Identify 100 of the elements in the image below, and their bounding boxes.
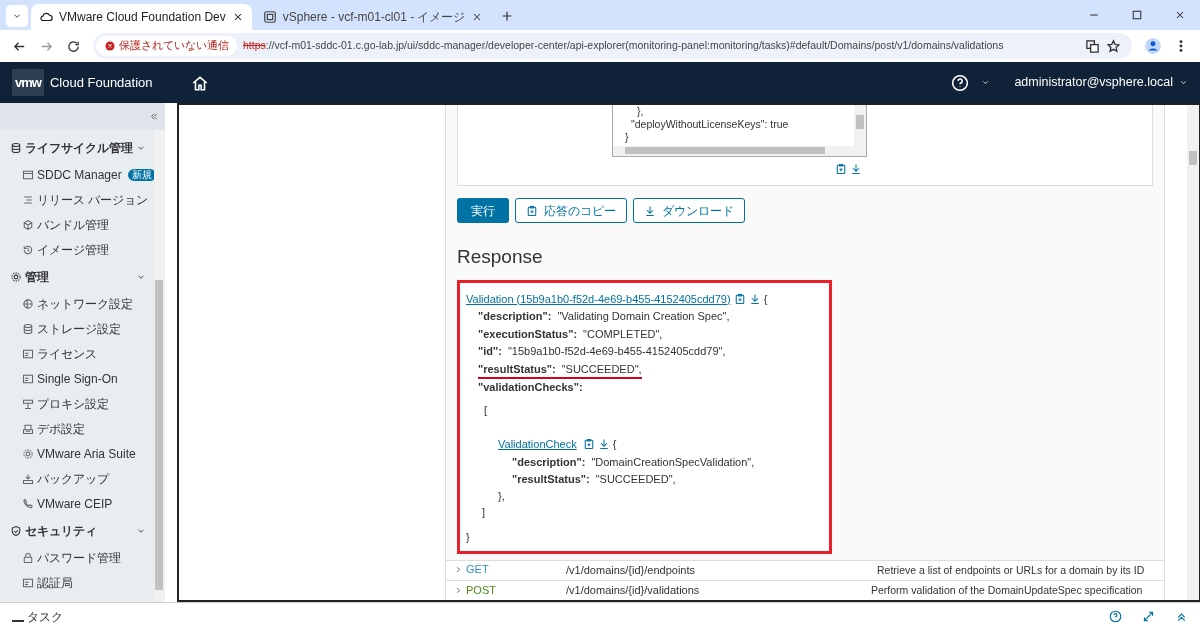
sidebar-item[interactable]: プロキシ設定 [0,391,154,416]
scrollbar[interactable] [854,105,866,146]
id-card-icon [22,372,34,385]
endpoint-path: /v1/domains/{id}/validations [566,583,701,597]
gear-icon [10,270,22,283]
new-badge: 新規 [127,168,154,181]
sidebar-item[interactable]: バックアップ [0,466,154,491]
maximize-icon[interactable] [1131,9,1143,21]
shield-icon [10,524,22,537]
json-key: "validationChecks": [478,379,583,396]
copy-icon[interactable] [733,292,746,305]
copy-response-button[interactable]: 応答のコピー [515,198,627,223]
json-key: "resultStatus": [512,471,590,488]
execute-button[interactable]: 実行 [457,198,509,223]
cube-icon [22,218,34,231]
json-value: "COMPLETED", [583,326,663,342]
expand-icon[interactable] [1142,610,1155,623]
section-heading: Response [457,245,544,269]
gear-icon [22,447,34,460]
endpoint-path: /v1/domains/{id}/endpoints [566,563,697,577]
tray-icon [22,422,34,435]
brace: { [763,291,768,307]
sidebar-item[interactable]: リリース バージョン [0,187,154,212]
backup-icon [22,472,34,485]
id-card-icon [22,347,34,360]
sidebar-item[interactable]: ネットワーク設定 [0,291,154,316]
code-line: "deployWithoutLicenseKeys": true [630,118,790,131]
http-method: POST [466,584,496,597]
json-value: "15b9a1b0-f52d-4e69-b455-4152405cdd79", [507,344,726,359]
lock-icon [22,551,34,564]
address-field[interactable]: 保護されていない通信 https://vcf-m01-sddc-01.c.go-lab.jp/ui/sddc-manager/developer-center/api-explorer(monitoring-panel:monitoring/tasks)#default/Domains/post/v1/domains/validations [93,33,1132,59]
server-icon [22,397,34,410]
model-link[interactable]: ValidationCheck [498,436,577,453]
sidebar-group[interactable]: セキュリティ [0,516,154,545]
json-value: "SUCCEEDED", [595,472,676,487]
json-value: "DomainCreationSpecValidation", [591,454,755,470]
endpoint-description: Perform validation of the DomainUpdateSpec specification [871,583,1144,597]
code-line: } [624,131,630,144]
json-key: "executionStatus": [478,325,578,342]
window-icon [22,168,34,181]
download-button[interactable]: ダウンロード [633,198,745,223]
browser-tab[interactable]: vSphere - vcf-m01-cl01 - イメージ [254,4,492,30]
phone-icon [22,497,34,510]
endpoint-row[interactable]: POST /v1/domains/{id}/validations Perform validation of the DomainUpdateSpec specification [446,580,1164,600]
collapse-icon[interactable] [148,111,159,122]
brace: } [466,529,470,545]
request-body-field[interactable]: }, "deployWithoutLicenseKeys": true } [612,105,867,157]
window-icon [262,10,277,24]
translate-icon[interactable] [1085,38,1100,54]
brace: { [612,437,617,452]
sidebar-item[interactable]: SDDC Manager 新規 [0,162,154,187]
scrollbar[interactable] [1187,105,1199,600]
user-menu[interactable]: administrator@vsphere.local [1014,73,1173,92]
scrollbar[interactable] [613,146,866,156]
json-value: "SUCCEEDED", [561,361,642,377]
logo-mark: vmw [12,68,44,97]
json-key: "resultStatus": [478,360,556,377]
chevron-down-icon[interactable] [1179,78,1188,87]
copy-icon [526,204,538,217]
star-icon[interactable] [1106,38,1121,54]
json-value: "Validating Domain Creation Spec", [557,309,730,324]
chevron-down-icon[interactable] [981,78,991,87]
browser-tab[interactable]: VMware Cloud Foundation Dev [31,4,252,30]
endpoint-description: Retrieve a list of endpoints or URLs for a domain by its ID [876,563,1146,577]
sidebar-group[interactable]: 管理 [0,262,154,291]
list-icon [22,193,34,206]
sidebar-item[interactable]: デポ設定 [0,416,154,441]
sidebar-item[interactable]: ストレージ設定 [0,316,154,341]
sidebar-item[interactable]: 認証局 [0,570,154,595]
sidebar-item[interactable]: ライセンス [0,341,154,366]
json-key: "description": [512,453,586,470]
close-icon[interactable] [1174,9,1186,21]
copy-icon[interactable] [582,438,595,451]
model-link[interactable]: Validation (15b9a1b0-f52d-4e69-b455-4152405cdd79) [466,290,731,307]
download-icon[interactable] [850,163,862,175]
history-icon [22,243,34,256]
download-icon[interactable] [597,438,610,451]
sidebar-item[interactable]: バンドル管理 [0,212,154,237]
http-method: GET [466,562,489,576]
cloud-icon [39,10,53,24]
sidebar-item[interactable]: VMware Aria Suite [0,441,154,466]
json-key: "description": [478,308,552,325]
reload-icon[interactable] [66,38,81,54]
json-key: "id": [478,343,502,360]
tasks-tab[interactable]: タスク [12,607,63,626]
sidebar-item[interactable]: パスワード管理 [0,545,154,570]
sidebar-item[interactable]: VMware CEIP [0,491,154,516]
download-icon[interactable] [748,292,761,305]
endpoint-row[interactable]: GET /v1/domains/{id}/endpoints Retrieve a list of endpoints or URLs for a domain by its ID [446,560,1164,580]
security-chip[interactable]: 保護されていない通信 [96,36,237,56]
code-line: }, [636,105,645,118]
error-icon [104,40,116,52]
collapse-up-icon[interactable] [1175,610,1188,623]
sidebar-item[interactable]: Single Sign-On [0,366,154,391]
sidebar-item[interactable]: イメージ管理 [0,237,154,262]
globe-icon [22,297,34,310]
copy-icon[interactable] [835,163,847,175]
profile-icon[interactable] [1144,37,1162,55]
sidebar-group[interactable]: ライフサイクル管理 [0,133,154,162]
chevron-right-icon [454,586,463,595]
